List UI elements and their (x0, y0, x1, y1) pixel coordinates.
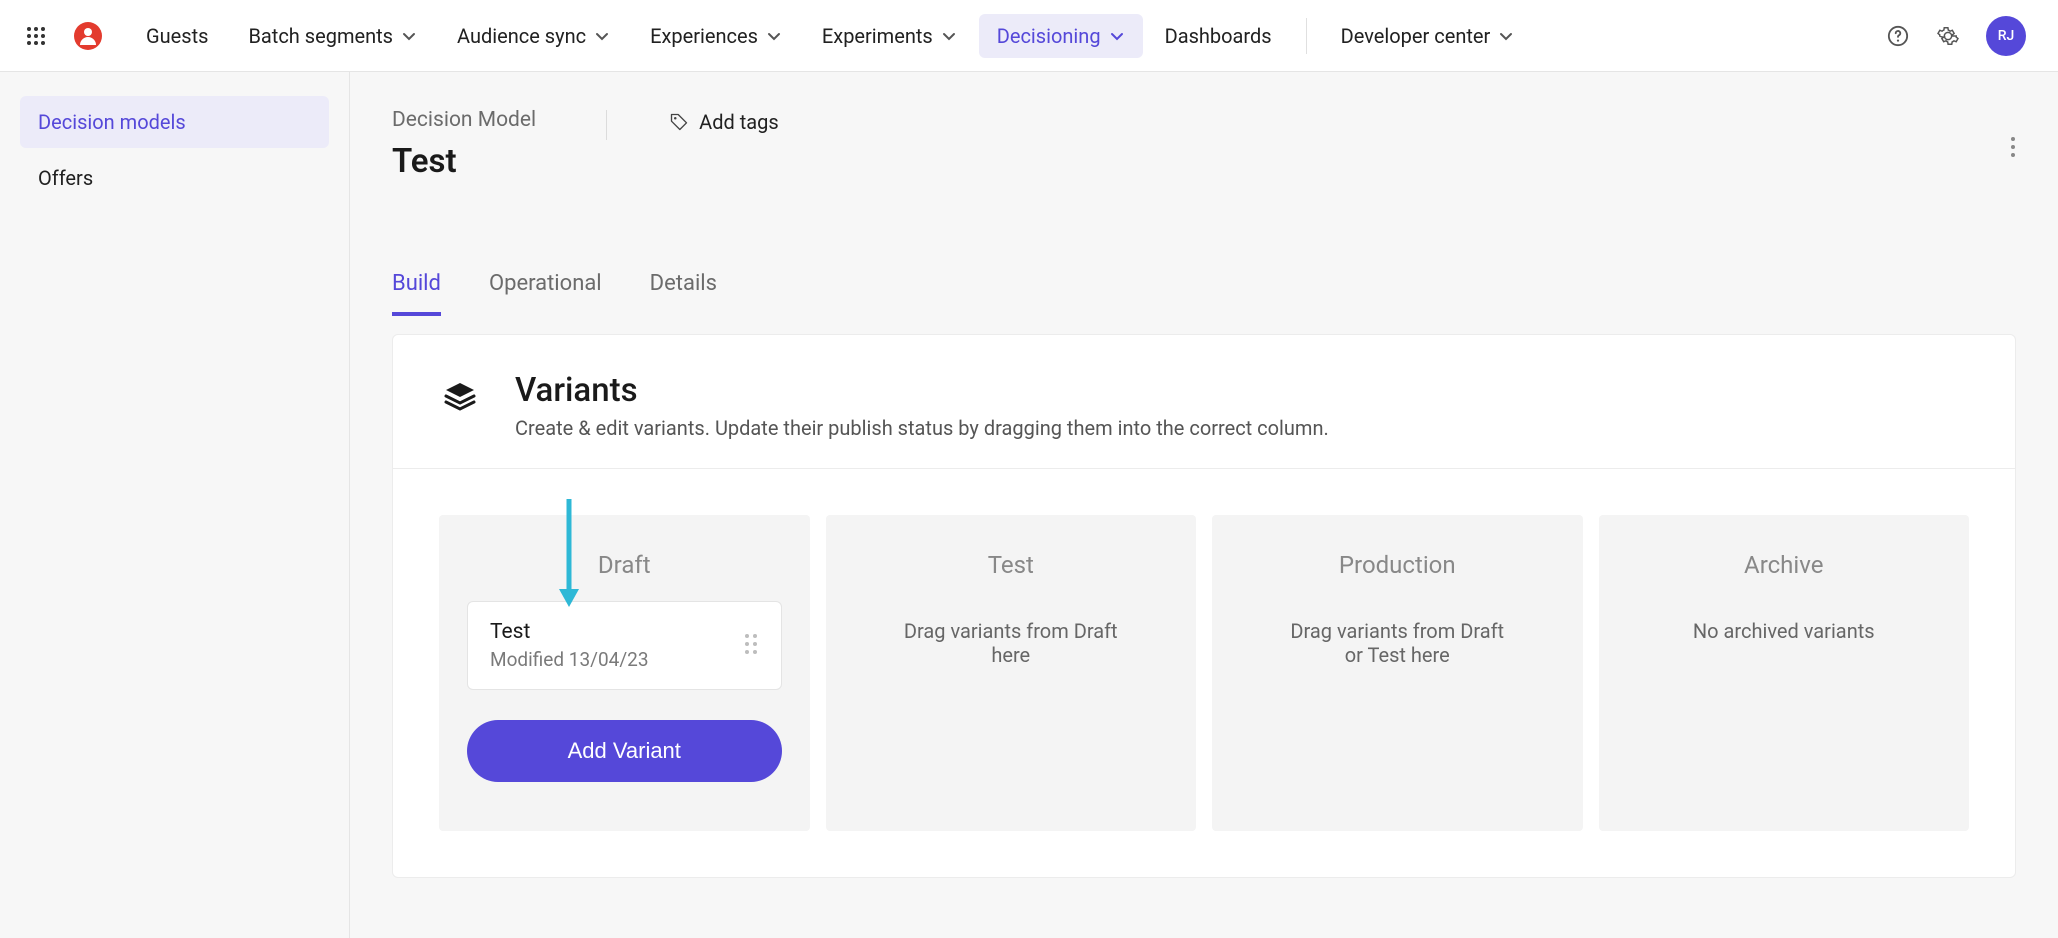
column-empty-text: No archived variants (1693, 619, 1875, 643)
chevron-down-icon (1498, 28, 1514, 44)
brand-logo-icon[interactable] (74, 22, 102, 50)
sidebar-item-offers[interactable]: Offers (20, 152, 329, 204)
nav-item-label: Batch segments (248, 24, 393, 48)
nav-item-label: Decisioning (997, 24, 1101, 48)
panel-title: Variants (515, 371, 1329, 410)
nav-item-batch-segments[interactable]: Batch segments (230, 14, 435, 58)
breadcrumb: Decision Model (392, 108, 536, 132)
tag-icon (669, 112, 689, 132)
tab-details[interactable]: Details (650, 271, 717, 316)
column-production[interactable]: Production Drag variants from Draft or T… (1212, 515, 1583, 831)
variants-panel: Variants Create & edit variants. Update … (392, 334, 2016, 878)
nav-item-label: Experiments (822, 24, 933, 48)
chevron-down-icon (594, 28, 610, 44)
add-tags-label: Add tags (699, 110, 779, 134)
column-empty-text: Drag variants from Draft or Test here (1282, 619, 1512, 667)
page-header: Decision Model Test Add tags (392, 108, 2016, 181)
top-nav: Guests Batch segments Audience sync Expe… (0, 0, 2058, 72)
column-title: Production (1339, 551, 1456, 579)
sidebar-item-decision-models[interactable]: Decision models (20, 96, 329, 148)
nav-item-label: Guests (146, 24, 208, 48)
column-title: Draft (467, 551, 782, 579)
help-icon[interactable] (1886, 24, 1910, 48)
nav-item-guests[interactable]: Guests (128, 14, 226, 58)
sidebar: Decision models Offers (0, 72, 350, 938)
page-title: Test (392, 142, 536, 181)
column-empty-text: Drag variants from Draft here (896, 619, 1126, 667)
chevron-down-icon (1109, 28, 1125, 44)
main-content: Decision Model Test Add tags Build Opera… (350, 72, 2058, 938)
nav-item-label: Experiences (650, 24, 758, 48)
page-header-left: Decision Model Test Add tags (392, 108, 779, 181)
variant-modified: Modified 13/04/23 (490, 648, 649, 671)
nav-item-experiences[interactable]: Experiences (632, 14, 800, 58)
nav-divider (1306, 18, 1307, 54)
column-draft[interactable]: Draft Test Modified 13/04/23 Add Variant (439, 515, 810, 831)
drag-handle-icon[interactable] (743, 632, 759, 660)
variant-card[interactable]: Test Modified 13/04/23 (467, 601, 782, 690)
add-variant-label: Add Variant (568, 738, 681, 763)
nav-item-dashboards[interactable]: Dashboards (1147, 14, 1290, 58)
nav-item-label: Dashboards (1165, 24, 1272, 48)
variant-columns: Draft Test Modified 13/04/23 Add Variant (393, 469, 2015, 877)
panel-subtitle: Create & edit variants. Update their pub… (515, 416, 1329, 440)
column-archive[interactable]: Archive No archived variants (1599, 515, 1970, 831)
add-tags-button[interactable]: Add tags (669, 110, 779, 134)
nav-item-decisioning[interactable]: Decisioning (979, 14, 1143, 58)
column-test[interactable]: Test Drag variants from Draft here (826, 515, 1197, 831)
nav-item-developer-center[interactable]: Developer center (1323, 14, 1533, 58)
body: Decision models Offers Decision Model Te… (0, 72, 2058, 938)
more-options-icon[interactable] (2010, 136, 2016, 162)
add-variant-button[interactable]: Add Variant (467, 720, 782, 782)
tab-label: Build (392, 271, 441, 296)
variant-name: Test (490, 620, 649, 644)
sidebar-item-label: Offers (38, 166, 93, 190)
layers-icon (441, 377, 479, 415)
tabs: Build Operational Details (392, 271, 2016, 316)
avatar-initials: RJ (1998, 28, 2015, 44)
tab-label: Details (650, 271, 717, 296)
tab-operational[interactable]: Operational (489, 271, 602, 316)
header-divider (606, 110, 607, 140)
sidebar-item-label: Decision models (38, 110, 186, 134)
nav-item-label: Developer center (1341, 24, 1491, 48)
tab-label: Operational (489, 271, 602, 296)
nav-item-audience-sync[interactable]: Audience sync (439, 14, 628, 58)
column-title: Test (988, 551, 1034, 579)
panel-header: Variants Create & edit variants. Update … (393, 335, 2015, 469)
chevron-down-icon (401, 28, 417, 44)
nav-left (24, 22, 122, 50)
column-title: Archive (1744, 551, 1823, 579)
gear-icon[interactable] (1936, 24, 1960, 48)
drop-arrow-icon (557, 499, 581, 613)
chevron-down-icon (941, 28, 957, 44)
nav-item-experiments[interactable]: Experiments (804, 14, 975, 58)
tab-build[interactable]: Build (392, 271, 441, 316)
apps-grid-icon[interactable] (24, 24, 48, 48)
nav-right: RJ (1886, 16, 2026, 56)
avatar[interactable]: RJ (1986, 16, 2026, 56)
nav-item-label: Audience sync (457, 24, 586, 48)
chevron-down-icon (766, 28, 782, 44)
nav-items: Guests Batch segments Audience sync Expe… (128, 14, 1532, 58)
